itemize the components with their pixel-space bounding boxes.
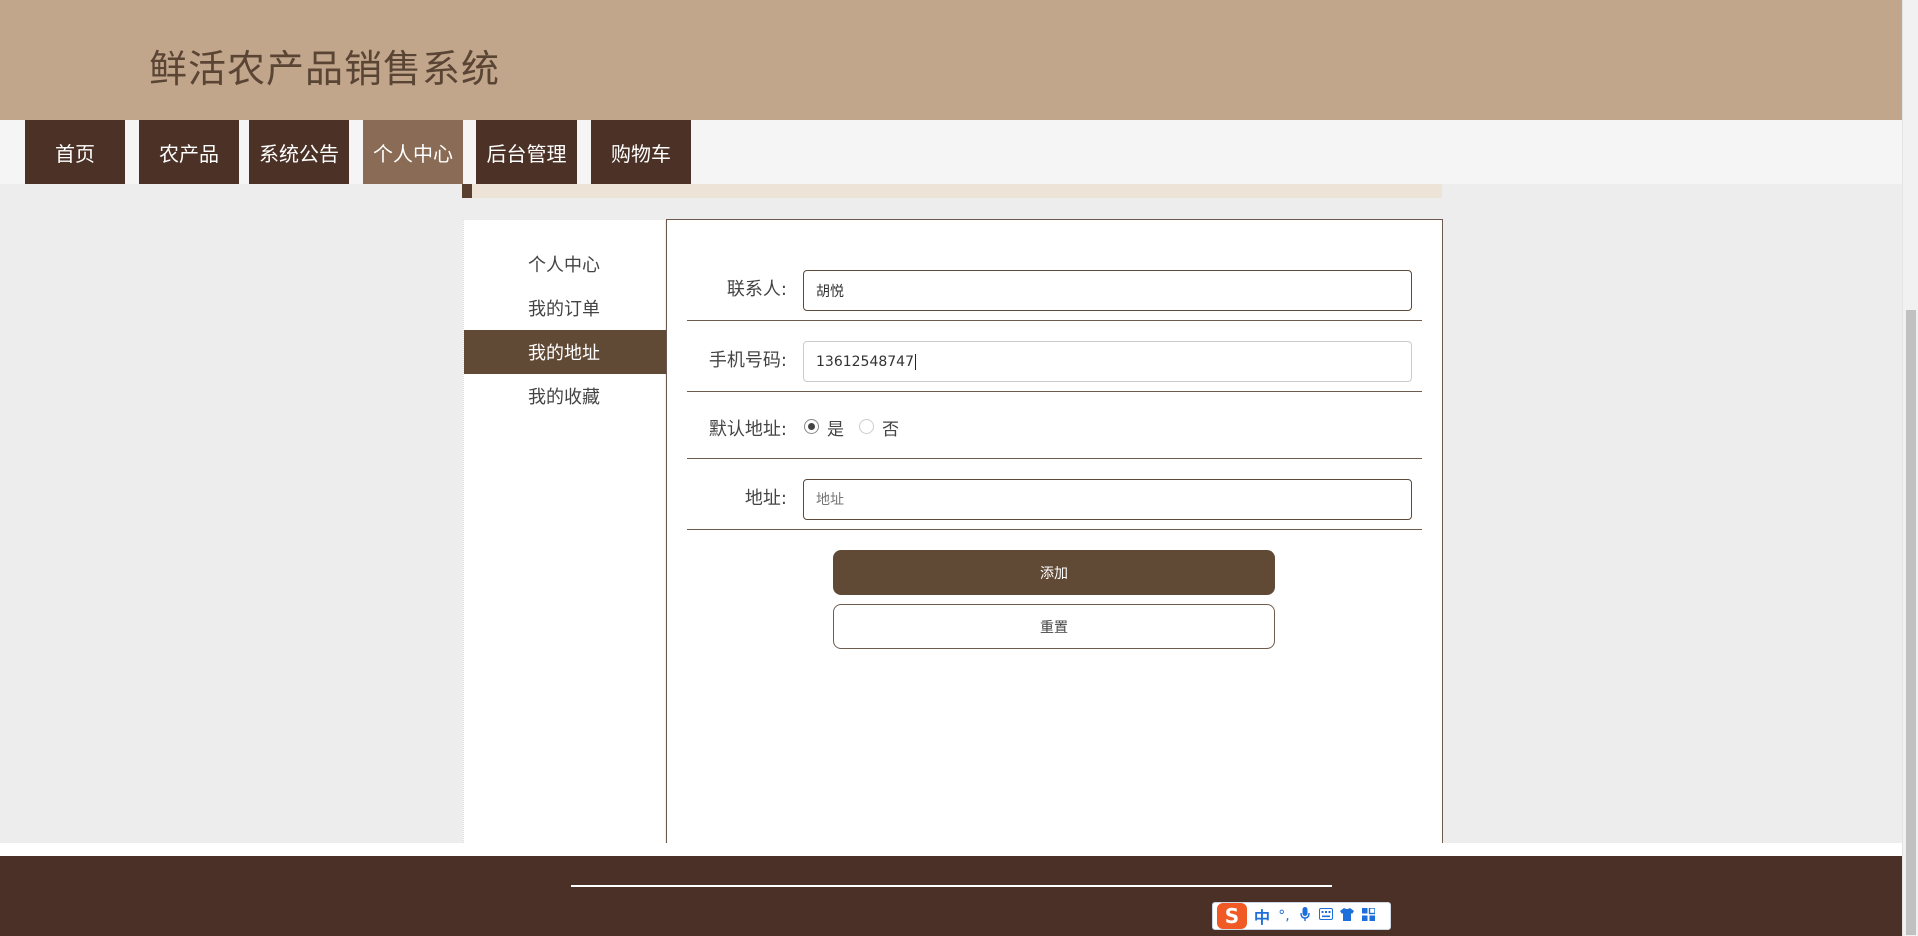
ime-language-toggle[interactable]: 中	[1254, 904, 1270, 928]
section-strip	[462, 184, 1442, 198]
site-footer	[0, 856, 1902, 936]
microphone-icon[interactable]	[1298, 907, 1312, 925]
sidebar-item-addresses[interactable]: 我的地址	[464, 330, 666, 374]
keyboard-icon[interactable]	[1319, 908, 1334, 924]
footer-gap	[0, 843, 1902, 856]
nav-item-admin[interactable]: 后台管理	[476, 120, 577, 184]
skin-icon[interactable]	[1340, 907, 1355, 925]
add-button[interactable]: 添加	[833, 550, 1275, 595]
address-label: 地址:	[744, 488, 787, 509]
nav-item-home[interactable]: 首页	[25, 120, 125, 184]
phone-label: 手机号码:	[708, 350, 787, 371]
punctuation-icon[interactable]: °,	[1277, 908, 1291, 924]
main-nav: 首页 农产品 系统公告 个人中心 后台管理 购物车	[0, 120, 1902, 184]
address-input[interactable]	[803, 479, 1412, 520]
scrollbar-thumb[interactable]	[1906, 310, 1916, 935]
reset-button[interactable]: 重置	[833, 604, 1275, 649]
toolbox-icon[interactable]	[1361, 906, 1376, 925]
footer-divider	[571, 885, 1332, 887]
default-no-radio[interactable]	[859, 419, 874, 434]
sidebar-item-favorites[interactable]: 我的收藏	[464, 374, 666, 418]
ime-logo-icon[interactable]: S	[1217, 903, 1247, 929]
nav-item-personal-center[interactable]: 个人中心	[363, 120, 463, 184]
sidebar-item-orders[interactable]: 我的订单	[464, 286, 666, 330]
contact-value: 胡悦	[816, 283, 844, 300]
form-divider	[687, 391, 1422, 392]
sidebar-item-personal-center[interactable]: 个人中心	[464, 242, 666, 286]
form-divider	[687, 320, 1422, 321]
page-scrollbar[interactable]	[1902, 0, 1918, 936]
contact-input[interactable]: 胡悦	[803, 270, 1412, 311]
sidebar: 个人中心 我的订单 我的地址 我的收藏	[463, 220, 666, 843]
form-divider	[687, 458, 1422, 459]
default-address-label: 默认地址:	[708, 419, 787, 440]
default-yes-radio[interactable]	[804, 419, 819, 434]
default-no-label: 否	[882, 420, 899, 440]
form-divider	[687, 529, 1422, 530]
site-title: 鲜活农产品销售系统	[149, 47, 501, 91]
phone-value: 13612548747	[816, 353, 914, 370]
ime-toolbar[interactable]: S 中 °,	[1212, 902, 1391, 930]
contact-label: 联系人:	[726, 279, 787, 300]
address-form: 联系人: 胡悦 手机号码: 13612548747 默认地址: 是 否 地址: …	[666, 219, 1443, 844]
section-strip-marker	[462, 184, 472, 198]
nav-item-announcements[interactable]: 系统公告	[249, 120, 349, 184]
nav-item-cart[interactable]: 购物车	[591, 120, 691, 184]
nav-item-products[interactable]: 农产品	[139, 120, 239, 184]
default-yes-label: 是	[827, 420, 844, 440]
phone-input[interactable]: 13612548747	[803, 341, 1412, 382]
site-header: 鲜活农产品销售系统	[0, 0, 1902, 120]
text-caret	[914, 353, 916, 370]
